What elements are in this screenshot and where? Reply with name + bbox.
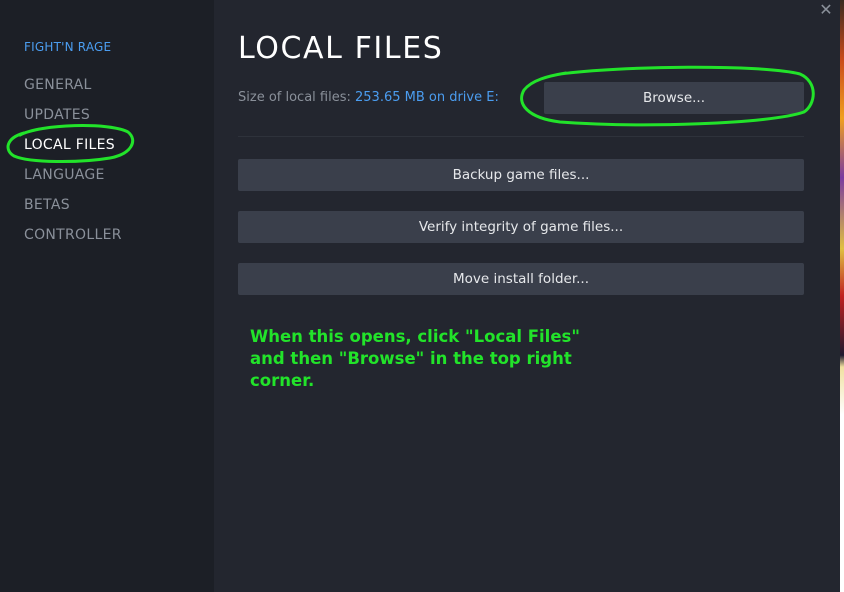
backup-game-files-button[interactable]: Backup game files... xyxy=(238,159,804,191)
close-icon[interactable]: ✕ xyxy=(817,0,835,20)
background-window-edge xyxy=(840,0,844,592)
game-title: FIGHT'N RAGE xyxy=(24,40,112,54)
local-files-size: Size of local files: 253.65 MB on drive … xyxy=(238,90,499,105)
browse-button[interactable]: Browse... xyxy=(544,82,804,114)
move-install-folder-button[interactable]: Move install folder... xyxy=(238,263,804,295)
annotation-text: When this opens, click "Local Files" and… xyxy=(250,327,580,390)
sidebar: FIGHT'N RAGE GENERAL UPDATES LOCAL FILES… xyxy=(0,0,214,592)
sidebar-item-betas[interactable]: BETAS xyxy=(24,197,70,213)
sidebar-item-language[interactable]: LANGUAGE xyxy=(24,167,105,183)
sidebar-item-controller[interactable]: CONTROLLER xyxy=(24,227,122,243)
sidebar-item-local-files[interactable]: LOCAL FILES xyxy=(24,137,115,153)
verify-integrity-button[interactable]: Verify integrity of game files... xyxy=(238,211,804,243)
size-value-link[interactable]: 253.65 MB on drive E: xyxy=(355,90,499,105)
sidebar-item-general[interactable]: GENERAL xyxy=(24,77,92,93)
page-title: LOCAL FILES xyxy=(238,31,444,66)
sidebar-item-updates[interactable]: UPDATES xyxy=(24,107,90,123)
size-label: Size of local files: xyxy=(238,90,351,105)
divider xyxy=(238,136,804,137)
